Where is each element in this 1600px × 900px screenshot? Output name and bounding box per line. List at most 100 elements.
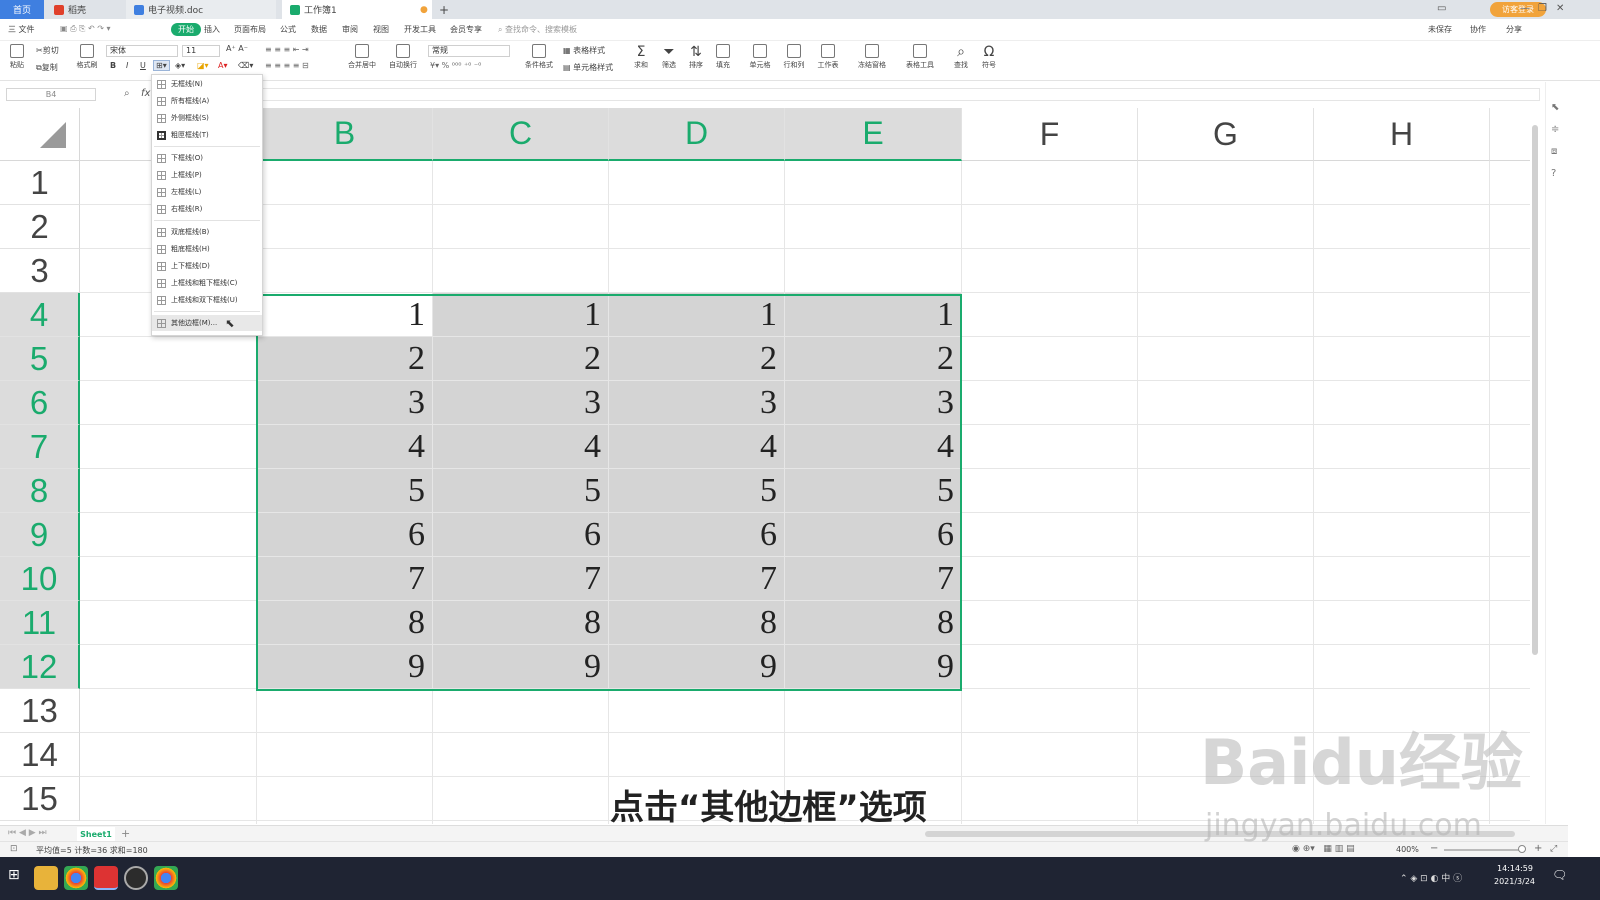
cell-c8[interactable]: 5 <box>433 469 609 513</box>
align-horizontal-icons[interactable]: ≡ ≡ ≡ ≡ ⊟ <box>265 61 309 70</box>
filter-button[interactable]: ⏷ 筛选 <box>658 44 680 70</box>
row-header-11[interactable]: 11 <box>0 601 80 645</box>
row-header-7[interactable]: 7 <box>0 425 80 469</box>
border-top-double-bottom-item[interactable]: 上框线和双下框线(U) <box>152 292 262 308</box>
row-header-15[interactable]: 15 <box>0 777 80 821</box>
font-grow-shrink-icons[interactable]: A⁺ A⁻ <box>226 44 248 53</box>
cell-b11[interactable]: 8 <box>257 601 433 645</box>
column-header-f[interactable]: F <box>962 108 1138 161</box>
cell-c9[interactable]: 6 <box>433 513 609 557</box>
fill-color-icon[interactable]: ◈▾ <box>175 61 185 70</box>
close-icon[interactable]: ✕ <box>1556 3 1564 14</box>
view-mode-icons[interactable]: ◉ ⊕▾ ▦ ▥ ▤ <box>1292 844 1355 854</box>
cell-d5[interactable]: 2 <box>609 337 785 381</box>
row-header-2[interactable]: 2 <box>0 205 80 249</box>
cell-d12[interactable]: 9 <box>609 645 785 689</box>
pointer-tool-icon[interactable]: ⬉ <box>1551 102 1559 113</box>
column-header-e[interactable]: E <box>785 108 962 161</box>
number-format-select[interactable]: 常规 <box>428 45 510 57</box>
cell-c6[interactable]: 3 <box>433 381 609 425</box>
unsaved-button[interactable]: 未保存 <box>1428 24 1452 35</box>
row-header-4[interactable]: 4 <box>0 293 80 337</box>
clear-format-icon[interactable]: ⌫▾ <box>238 61 253 70</box>
cell-d7[interactable]: 4 <box>609 425 785 469</box>
minimize-icon[interactable]: — <box>1520 3 1530 14</box>
border-thick-box-item[interactable]: 粗匣框线(T) <box>152 127 262 143</box>
zoom-formula-icon[interactable]: ⌕ <box>124 88 130 99</box>
cell-e8[interactable]: 5 <box>785 469 962 513</box>
cell-b5[interactable]: 2 <box>257 337 433 381</box>
sheet-tab-sheet1[interactable]: Sheet1 <box>77 827 115 841</box>
row-header-5[interactable]: 5 <box>0 337 80 381</box>
underline-button[interactable]: U <box>140 61 146 70</box>
shape-icon[interactable]: ⧈ <box>1551 146 1557 157</box>
cell-d4[interactable]: 1 <box>609 293 785 337</box>
restore-icon[interactable]: ❐ <box>1538 3 1547 14</box>
border-more-item[interactable]: 其他边框(M)... ⬉ <box>152 315 262 331</box>
border-bottom-item[interactable]: 下框线(O) <box>152 150 262 166</box>
zoom-in-icon[interactable]: + <box>1534 843 1542 854</box>
cell-e6[interactable]: 3 <box>785 381 962 425</box>
cell-b8[interactable]: 5 <box>257 469 433 513</box>
cell-c11[interactable]: 8 <box>433 601 609 645</box>
select-all-corner[interactable] <box>0 108 80 161</box>
cell-b6[interactable]: 3 <box>257 381 433 425</box>
cell-c4[interactable]: 1 <box>433 293 609 337</box>
number-format-icons[interactable]: ¥▾ % ⁰⁰⁰ ⁺⁰ ⁻⁰ <box>430 61 481 70</box>
add-sheet-button[interactable]: + <box>121 827 130 840</box>
border-top-thick-bottom-item[interactable]: 上框线和粗下框线(C) <box>152 275 262 291</box>
new-tab-button[interactable]: + <box>436 0 452 19</box>
sort-button[interactable]: ⇅ 排序 <box>685 44 707 70</box>
quick-access-icons[interactable]: ▣ ⎙ ⎘ ↶ ↷ ▾ <box>60 24 111 34</box>
row-header-14[interactable]: 14 <box>0 733 80 777</box>
tab-dao[interactable]: 稻壳 <box>46 0 126 19</box>
font-size-select[interactable]: 11 <box>182 45 220 57</box>
chrome-icon[interactable] <box>64 866 88 890</box>
border-all-item[interactable]: 所有框线(A) <box>152 93 262 109</box>
border-dropdown-button[interactable]: ⊞▾ <box>153 60 170 71</box>
windows-start-icon[interactable]: ⊞ <box>8 867 20 883</box>
macro-record-icon[interactable]: ⊡ <box>10 844 18 854</box>
wps-icon[interactable] <box>94 866 118 890</box>
file-explorer-icon[interactable] <box>34 866 58 890</box>
menu-data[interactable]: 数据 <box>311 24 327 35</box>
cell-d9[interactable]: 6 <box>609 513 785 557</box>
zoom-level[interactable]: 400% <box>1396 845 1419 854</box>
chrome-profile-icon[interactable] <box>154 866 178 890</box>
cell-c10[interactable]: 7 <box>433 557 609 601</box>
cell-button[interactable]: 单元格 <box>746 44 774 70</box>
italic-button[interactable]: I <box>126 61 128 70</box>
row-header-3[interactable]: 3 <box>0 249 80 293</box>
freeze-panes-button[interactable]: 冻结窗格 <box>854 44 890 70</box>
row-header-6[interactable]: 6 <box>0 381 80 425</box>
fullscreen-icon[interactable]: ⤢ <box>1550 844 1557 854</box>
cell-d11[interactable]: 8 <box>609 601 785 645</box>
tab-doc[interactable]: 电子视频.doc <box>126 0 276 19</box>
formula-input[interactable] <box>158 88 1540 101</box>
cell-b9[interactable]: 6 <box>257 513 433 557</box>
tab-home[interactable]: 首页 <box>0 0 44 19</box>
worksheet-button[interactable]: 工作表 <box>814 44 842 70</box>
command-search[interactable]: ⌕ 查找命令、搜索模板 <box>498 24 577 35</box>
window-layout-icon[interactable]: ▭ <box>1437 3 1446 14</box>
paste-button[interactable]: 粘贴 <box>6 44 28 70</box>
row-col-button[interactable]: 行和列 <box>780 44 808 70</box>
table-tools-button[interactable]: 表格工具 <box>902 44 938 70</box>
cell-e12[interactable]: 9 <box>785 645 962 689</box>
menu-page-layout[interactable]: 页面布局 <box>234 24 266 35</box>
copy-button[interactable]: ⧉复制 <box>36 62 58 73</box>
menu-start[interactable]: 开始 <box>171 23 201 36</box>
column-header-h[interactable]: H <box>1314 108 1490 161</box>
wrap-text-button[interactable]: 自动换行 <box>386 44 420 70</box>
font-color-icon[interactable]: A▾ <box>218 61 228 70</box>
tab-workbook[interactable]: 工作簿1 ● <box>282 0 432 19</box>
row-header-12[interactable]: 12 <box>0 645 80 689</box>
row-header-13[interactable]: 13 <box>0 689 80 733</box>
collaborate-button[interactable]: 协作 <box>1470 24 1486 35</box>
cell-b10[interactable]: 7 <box>257 557 433 601</box>
sheet-nav-arrows-icon[interactable]: ⏮ ◀ ▶ ⏭ <box>8 828 47 838</box>
menu-member[interactable]: 会员专享 <box>450 24 482 35</box>
menu-review[interactable]: 审阅 <box>342 24 358 35</box>
border-right-item[interactable]: 右框线(R) <box>152 201 262 217</box>
border-none-item[interactable]: 无框线(N) <box>152 76 262 92</box>
